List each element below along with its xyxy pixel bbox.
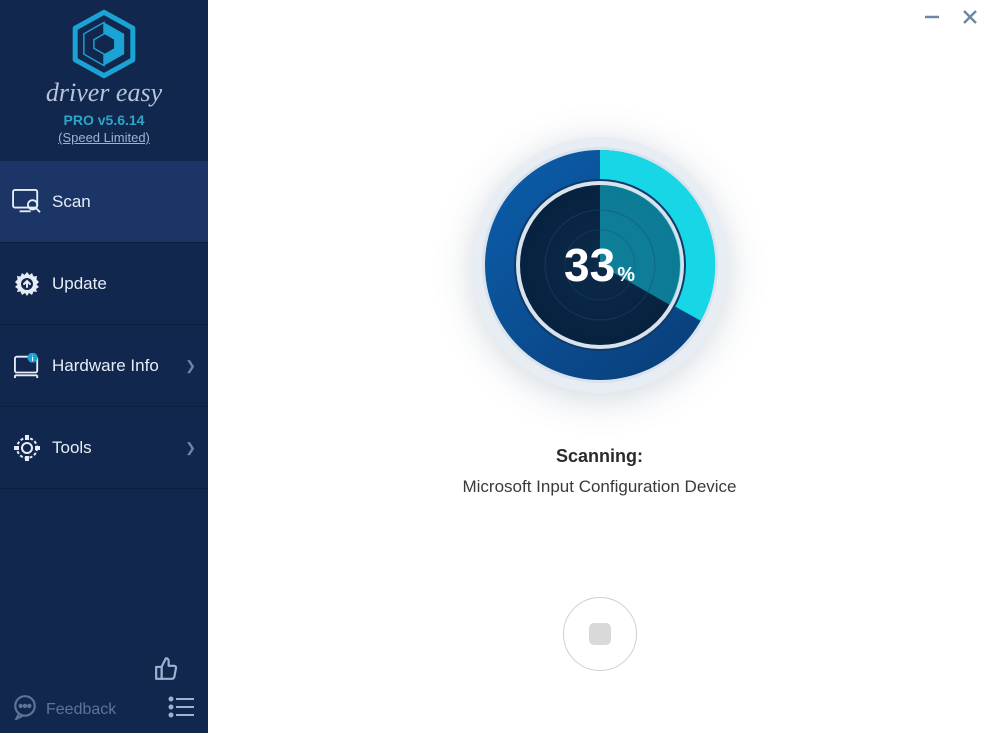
status-detail: Microsoft Input Configuration Device [462, 477, 736, 497]
svg-text:i: i [32, 353, 34, 362]
minimize-button[interactable] [921, 6, 943, 28]
progress-text: 33 % [564, 238, 635, 292]
scan-icon [10, 185, 44, 219]
progress-value: 33 [564, 238, 615, 292]
nav: Scan Update i [0, 161, 208, 489]
stop-icon [589, 623, 611, 645]
nav-item-scan[interactable]: Scan [0, 161, 208, 243]
list-menu-icon[interactable] [168, 696, 196, 723]
sidebar-footer: Feedback [0, 645, 208, 733]
scan-progress: 33 % [465, 130, 735, 400]
window-controls [921, 6, 981, 28]
update-icon [10, 267, 44, 301]
nav-label: Scan [52, 192, 196, 212]
close-button[interactable] [959, 6, 981, 28]
nav-label: Hardware Info [52, 356, 185, 376]
logo-area: driver easy PRO v5.6.14 (Speed Limited) [0, 0, 208, 147]
nav-label: Tools [52, 438, 185, 458]
main-content: 33 % Scanning: Microsoft Input Configura… [208, 0, 991, 733]
brand-text: driver easy [0, 78, 208, 108]
progress-unit: % [617, 264, 635, 287]
hardware-info-icon: i [10, 349, 44, 383]
stop-scan-button[interactable] [563, 597, 637, 671]
nav-item-hardware-info[interactable]: i Hardware Info ❯ [0, 325, 208, 407]
nav-item-tools[interactable]: Tools ❯ [0, 407, 208, 489]
version-text: PRO v5.6.14 [0, 112, 208, 128]
status-heading: Scanning: [556, 446, 643, 467]
feedback-button[interactable]: Feedback [12, 694, 116, 725]
sidebar: driver easy PRO v5.6.14 (Speed Limited) … [0, 0, 208, 733]
nav-label: Update [52, 274, 196, 294]
feedback-label: Feedback [46, 701, 116, 719]
chat-icon [12, 694, 38, 725]
speed-limited-link[interactable]: (Speed Limited) [58, 130, 150, 145]
chevron-right-icon: ❯ [185, 358, 196, 374]
thumbs-up-icon[interactable] [154, 655, 180, 686]
chevron-right-icon: ❯ [185, 440, 196, 456]
nav-item-update[interactable]: Update [0, 243, 208, 325]
app-logo-icon [68, 8, 140, 80]
tools-icon [10, 431, 44, 465]
